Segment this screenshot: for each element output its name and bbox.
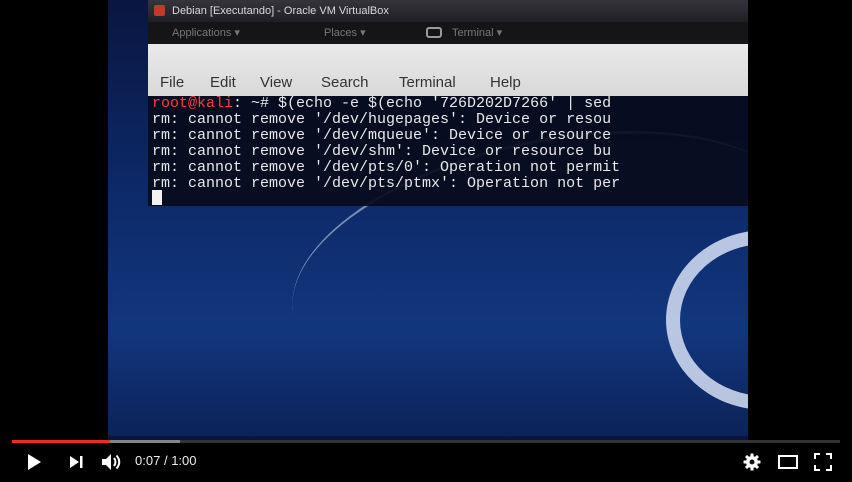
menu-file: File xyxy=(160,74,185,91)
played-bar xyxy=(12,440,110,443)
theater-mode-icon xyxy=(778,455,798,469)
desktop-top-panel: Applications ▾ Places ▾ Terminal ▾ xyxy=(148,22,748,44)
settings-button[interactable] xyxy=(742,452,762,472)
settings-icon xyxy=(743,453,761,471)
terminal-error-line: rm: cannot remove '/dev/pts/ptmx': Opera… xyxy=(152,175,621,192)
next-icon xyxy=(70,456,83,468)
terminal-output: root@kali: ~# $(echo -e $(echo '726D202D… xyxy=(148,96,748,206)
panel-places-menu: Places ▾ xyxy=(324,27,366,39)
menu-edit: Edit xyxy=(210,74,236,91)
terminal-error-line: rm: cannot remove '/dev/mqueue': Device … xyxy=(152,127,612,144)
terminal-prompt-user: root@kali xyxy=(152,96,234,112)
terminal-command-line: root@kali: ~# $(echo -e $(echo '726D202D… xyxy=(152,96,611,112)
terminal-error-line: rm: cannot remove '/dev/hugepages': Devi… xyxy=(152,111,612,128)
terminal-cursor xyxy=(152,190,162,205)
terminal-menubar: File Edit View Search Terminal Help xyxy=(148,44,748,96)
play-icon xyxy=(28,454,41,470)
menu-terminal: Terminal xyxy=(399,74,456,91)
current-time: 0:07 xyxy=(135,453,161,468)
time-display: 0:07 / 1:00 xyxy=(135,453,197,469)
terminal-app-icon xyxy=(426,27,442,38)
menu-search: Search xyxy=(321,74,369,91)
panel-terminal-menu: Terminal ▾ xyxy=(452,27,503,39)
total-time: 1:00 xyxy=(171,453,197,468)
panel-applications-menu: Applications ▾ xyxy=(172,27,240,39)
theater-mode-button[interactable] xyxy=(777,452,799,472)
vm-window-title: Debian [Executando] - Oracle VM VirtualB… xyxy=(172,5,389,17)
fullscreen-button[interactable] xyxy=(813,452,833,472)
volume-icon xyxy=(102,454,121,470)
virtualbox-icon xyxy=(154,5,165,16)
menu-view: View xyxy=(260,74,293,91)
video-player[interactable]: Debian [Executando] - Oracle VM VirtualB… xyxy=(0,0,852,482)
terminal-error-line: rm: cannot remove '/dev/pts/0': Operatio… xyxy=(152,159,621,176)
video-frame: Debian [Executando] - Oracle VM VirtualB… xyxy=(108,0,748,440)
play-button[interactable] xyxy=(24,452,44,472)
menu-help: Help xyxy=(490,74,521,91)
vm-window-titlebar: Debian [Executando] - Oracle VM VirtualB… xyxy=(148,0,748,22)
terminal-error-line: rm: cannot remove '/dev/shm': Device or … xyxy=(152,143,612,160)
next-button[interactable] xyxy=(66,452,86,472)
progress-bar[interactable] xyxy=(12,440,840,443)
player-controls: 0:07 / 1:00 xyxy=(0,436,852,482)
fullscreen-icon xyxy=(814,453,832,471)
volume-button[interactable] xyxy=(100,452,124,472)
time-separator: / xyxy=(163,453,168,468)
terminal-command: : ~# $(echo -e $(echo '726D202D7266' | s… xyxy=(233,96,612,112)
